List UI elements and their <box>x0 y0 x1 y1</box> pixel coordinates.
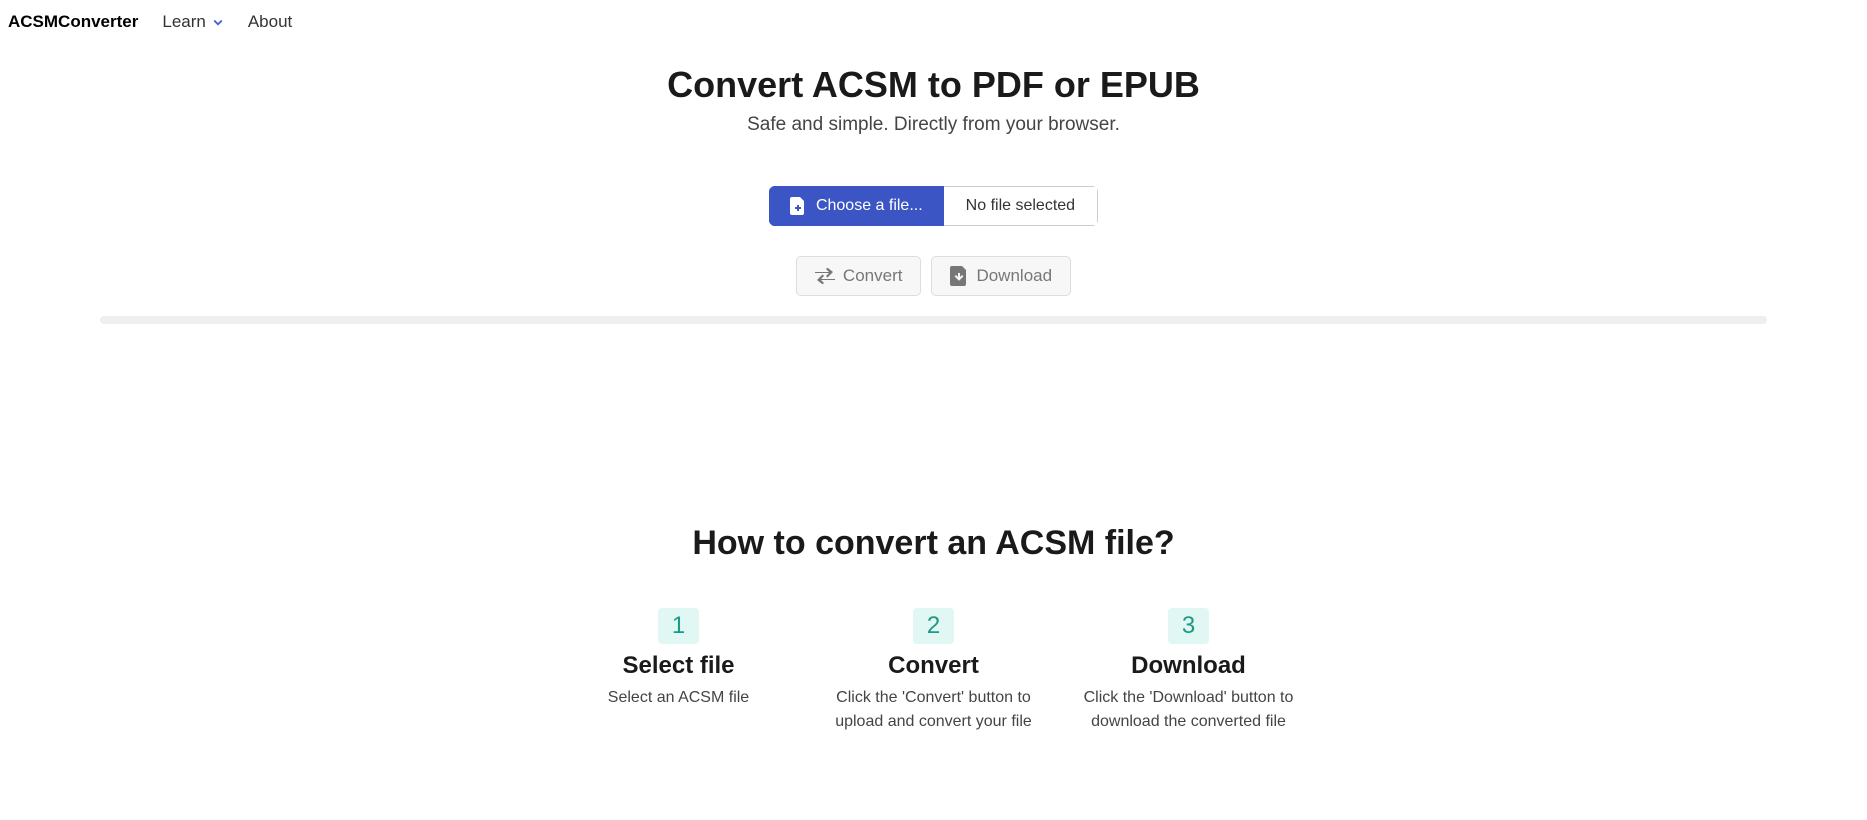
progress-bar <box>100 316 1767 324</box>
step-desc: Click the 'Convert' button to upload and… <box>826 686 1041 734</box>
file-status: No file selected <box>944 186 1098 226</box>
step-number: 3 <box>1168 608 1209 644</box>
step-desc: Select an ACSM file <box>571 686 786 710</box>
download-label: Download <box>976 266 1052 286</box>
step-number: 2 <box>913 608 954 644</box>
convert-icon <box>815 268 835 284</box>
nav-learn-label: Learn <box>162 12 205 32</box>
brand-logo[interactable]: ACSMConverter <box>8 12 138 32</box>
file-selector: Choose a file... No file selected <box>769 186 1098 226</box>
chevron-down-icon <box>212 16 224 28</box>
steps-container: 1 Select file Select an ACSM file 2 Conv… <box>20 608 1847 734</box>
howto-title: How to convert an ACSM file? <box>20 524 1847 563</box>
download-button[interactable]: Download <box>931 256 1071 296</box>
nav-learn-dropdown[interactable]: Learn <box>162 12 223 32</box>
choose-file-button[interactable]: Choose a file... <box>769 186 944 226</box>
hero-section: Convert ACSM to PDF or EPUB Safe and sim… <box>0 44 1867 364</box>
step-1: 1 Select file Select an ACSM file <box>571 608 786 734</box>
convert-button[interactable]: Convert <box>796 256 922 296</box>
action-buttons: Convert Download <box>20 256 1847 296</box>
step-title: Download <box>1081 652 1296 680</box>
convert-label: Convert <box>843 266 903 286</box>
step-title: Convert <box>826 652 1041 680</box>
choose-file-label: Choose a file... <box>816 197 923 215</box>
hero-title: Convert ACSM to PDF or EPUB <box>20 64 1847 106</box>
howto-section: How to convert an ACSM file? 1 Select fi… <box>0 524 1867 734</box>
step-2: 2 Convert Click the 'Convert' button to … <box>826 608 1041 734</box>
step-3: 3 Download Click the 'Download' button t… <box>1081 608 1296 734</box>
step-title: Select file <box>571 652 786 680</box>
nav-about-link[interactable]: About <box>248 12 292 32</box>
navbar: ACSMConverter Learn About <box>0 0 1867 44</box>
download-icon <box>950 266 968 286</box>
step-number: 1 <box>658 608 699 644</box>
step-desc: Click the 'Download' button to download … <box>1081 686 1296 734</box>
hero-subtitle: Safe and simple. Directly from your brow… <box>20 114 1847 136</box>
file-plus-icon <box>790 197 806 215</box>
